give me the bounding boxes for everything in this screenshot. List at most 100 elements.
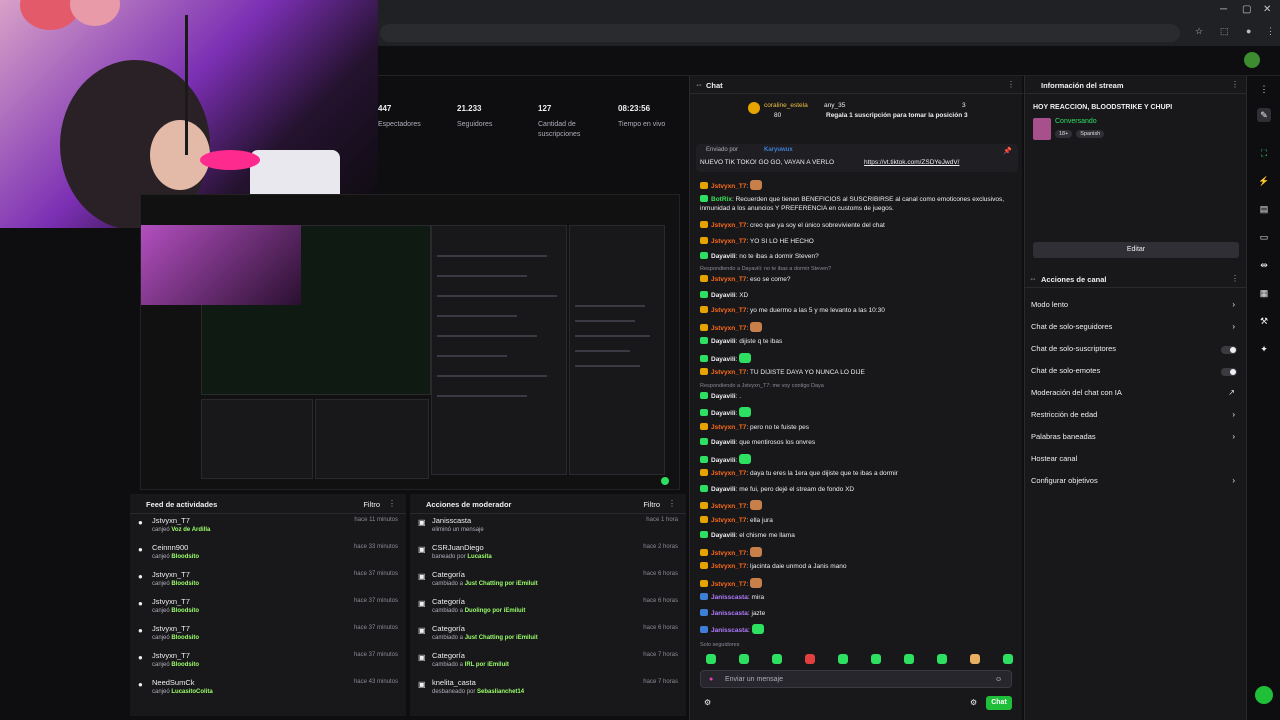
list-item[interactable]: ▣ CSRJuanDiego baneado por Lucasita hace 2 … <box>410 541 686 568</box>
chat-message[interactable]: Jstvyxn_T7: <box>700 578 1010 589</box>
chat-message[interactable]: Jstvyxn_T7: YO SI LO HE HECHO <box>700 237 1010 246</box>
chat-message[interactable]: Jstvyxn_T7: ljacinta daie unmod a Janis … <box>700 562 1010 571</box>
pin-icon[interactable]: 📌 <box>1003 147 1012 155</box>
chat-username[interactable]: Dayavili <box>711 486 736 493</box>
list-item[interactable]: ● Jstvyxn_T7 canjeó Bloodsito hace 37 minut… <box>130 622 406 649</box>
close-button[interactable]: ✕ <box>1263 4 1271 15</box>
support-chat-icon[interactable] <box>1255 686 1273 704</box>
star-icon[interactable]: ☆ <box>1195 26 1203 37</box>
chat-message[interactable]: Dayavili: <box>700 454 1010 465</box>
chat-username[interactable]: Dayavili <box>711 338 736 345</box>
list-item[interactable]: ● Jstvyxn_T7 canjeó Bloodsito hace 37 minut… <box>130 595 406 622</box>
chat-username[interactable]: Dayavili <box>711 439 736 446</box>
list-item[interactable]: ● Jstvyxn_T7 canjeó Bloodsito hace 37 minut… <box>130 568 406 595</box>
url-input[interactable] <box>380 24 1180 42</box>
toggle-switch[interactable] <box>1221 368 1237 376</box>
more-icon[interactable]: ⋮ <box>1257 82 1271 96</box>
wrench-icon[interactable]: ⚒ <box>1257 314 1271 328</box>
chat-username[interactable]: Dayavili <box>711 532 736 539</box>
chat-message[interactable]: Dayavili: XD <box>700 291 1010 300</box>
chat-message[interactable]: Janisscasta: <box>700 624 1010 635</box>
tag-spanish[interactable]: Spanish <box>1076 130 1105 138</box>
chat-username[interactable]: Dayavili <box>711 253 736 260</box>
chat-username[interactable]: Jstvyxn_T7 <box>711 325 746 332</box>
chat-message[interactable]: Jstvyxn_T7: TU DIJISTE DAYA YO NUNCA LO … <box>700 368 1010 377</box>
list-item[interactable]: ● Ceinnn900 canjeó Bloodsito hace 33 minuto… <box>130 541 406 568</box>
chat-message[interactable]: BotRix: Recuerden que tienen BENEFICIOS … <box>700 195 1010 213</box>
stream-preview[interactable] <box>140 194 680 490</box>
list-item[interactable]: ▣ Janisscasta eliminó un mensaje hace 1 ho… <box>410 514 686 541</box>
mod-more-icon[interactable]: ⋮ <box>668 499 676 508</box>
chat-message[interactable]: Dayavili: <box>700 407 1010 418</box>
chat-message[interactable]: Dayavili: me fui, pero dejé el stream de… <box>700 485 1010 494</box>
list-item[interactable]: ● Jstvyxn_T7 canjeó Bloodsito hace 37 minut… <box>130 649 406 676</box>
chat-username[interactable]: Jstvyxn_T7 <box>711 222 746 229</box>
chat-username[interactable]: Dayavili <box>711 410 736 417</box>
chat-bubble-icon[interactable]: ▭ <box>1257 230 1271 244</box>
chat-settings-icon[interactable]: ⚙︎ <box>704 698 711 707</box>
emote-icon[interactable] <box>838 654 848 664</box>
chat-username[interactable]: Jstvyxn_T7 <box>711 183 746 190</box>
chat-message[interactable]: Jstvyxn_T7: <box>700 322 1010 333</box>
chat-message[interactable]: Dayavili: no te ibas a dormir Steven? <box>700 252 1010 261</box>
emote-icon[interactable] <box>706 654 716 664</box>
edit-stream-button[interactable]: Editar <box>1033 242 1239 258</box>
chat-username[interactable]: Janisscasta <box>711 594 748 601</box>
list-item[interactable]: ● NeedSumCk canjeó LucasitoColita hace 43 m… <box>130 676 406 703</box>
channel-action-item[interactable]: Chat de solo-seguidores › <box>1031 322 1241 336</box>
chat-username[interactable]: Jstvyxn_T7 <box>711 581 746 588</box>
chat-username[interactable]: Jstvyxn_T7 <box>711 563 746 570</box>
mod-filter-button[interactable]: Filtro <box>643 500 660 509</box>
chat-more-icon[interactable]: ⋮ <box>1007 80 1015 89</box>
lightning-icon[interactable]: ⚡ <box>1257 174 1271 188</box>
list-item[interactable]: ▣ Categoría cambiado a Duolingo por iEmilu… <box>410 595 686 622</box>
channel-actions-more-icon[interactable]: ⋮ <box>1231 274 1239 283</box>
channel-action-item[interactable]: Configurar objetivos › <box>1031 476 1241 490</box>
list-item[interactable]: ▣ Categoría cambiado a Just Chatting por i… <box>410 622 686 649</box>
emote-icon[interactable] <box>805 654 815 664</box>
chat-message[interactable]: Jstvyxn_T7: <box>700 500 1010 511</box>
chat-username[interactable]: Jstvyxn_T7 <box>711 238 746 245</box>
chat-username[interactable]: Jstvyxn_T7 <box>711 550 746 557</box>
emote-icon[interactable] <box>1003 654 1013 664</box>
chat-username[interactable]: Janisscasta <box>711 610 748 617</box>
chat-username[interactable]: Dayavili <box>711 356 736 363</box>
chat-username[interactable]: Dayavili <box>711 292 736 299</box>
chat-message[interactable]: Jstvyxn_T7: ella jura <box>700 516 1010 525</box>
chat-message[interactable]: Dayavili: el chisme me llama <box>700 531 1010 540</box>
chat-username[interactable]: Jstvyxn_T7 <box>711 276 746 283</box>
list-item[interactable]: ▣ Categoría cambiado a IRL por iEmiluit hac… <box>410 649 686 676</box>
channel-action-item[interactable]: Restricción de edad › <box>1031 410 1241 424</box>
chat-username[interactable]: Jstvyxn_T7 <box>711 470 746 477</box>
chat-username[interactable]: Dayavili <box>711 457 736 464</box>
extensions-icon[interactable]: ⬚ <box>1220 26 1229 37</box>
channel-action-item[interactable]: Chat de solo-emotes <box>1031 366 1241 380</box>
user-avatar[interactable] <box>1244 52 1260 68</box>
chat-username[interactable]: Jstvyxn_T7 <box>711 503 746 510</box>
chat-send-button[interactable]: Chat <box>986 696 1012 710</box>
channel-action-item[interactable]: Palabras baneadas › <box>1031 432 1241 446</box>
activity-filter-button[interactable]: Filtro <box>363 500 380 509</box>
chat-username[interactable]: BotRix <box>711 196 732 203</box>
chat-message[interactable]: Dayavili: . <box>700 392 1010 401</box>
channel-action-item[interactable]: Hostear canal <box>1031 454 1241 468</box>
chat-popout-icon[interactable]: ⇔ <box>695 80 703 89</box>
chat-username[interactable]: Jstvyxn_T7 <box>711 307 746 314</box>
chat-message[interactable]: Jstvyxn_T7: <box>700 180 1010 191</box>
profile-icon[interactable]: ● <box>1246 26 1251 36</box>
chat-message[interactable]: Jstvyxn_T7: <box>700 547 1010 558</box>
chat-username[interactable]: Jstvyxn_T7 <box>711 369 746 376</box>
emote-icon[interactable] <box>772 654 782 664</box>
list-item[interactable]: ▣ Categoría cambiado a Just Chatting por i… <box>410 568 686 595</box>
chat-message[interactable]: Jstvyxn_T7: daya tu eres la 1era que dij… <box>700 469 1010 478</box>
minimize-button[interactable]: ─ <box>1220 4 1227 15</box>
chat-message[interactable]: Jstvyxn_T7: pero no te fuiste pes <box>700 423 1010 432</box>
channel-action-item[interactable]: Chat de solo-suscriptores <box>1031 344 1241 358</box>
channel-action-item[interactable]: Moderación del chat con IA ↗ <box>1031 388 1241 402</box>
emote-icon[interactable] <box>937 654 947 664</box>
emote-icon[interactable] <box>739 654 749 664</box>
chat-input[interactable]: ● Enviar un mensaje ☺ <box>700 670 1012 688</box>
chat-username[interactable]: Dayavili <box>711 393 736 400</box>
chat-message[interactable]: Dayavili: que mentirosos los onvres <box>700 438 1010 447</box>
chat-message[interactable]: Janisscasta: jazte <box>700 609 1010 618</box>
